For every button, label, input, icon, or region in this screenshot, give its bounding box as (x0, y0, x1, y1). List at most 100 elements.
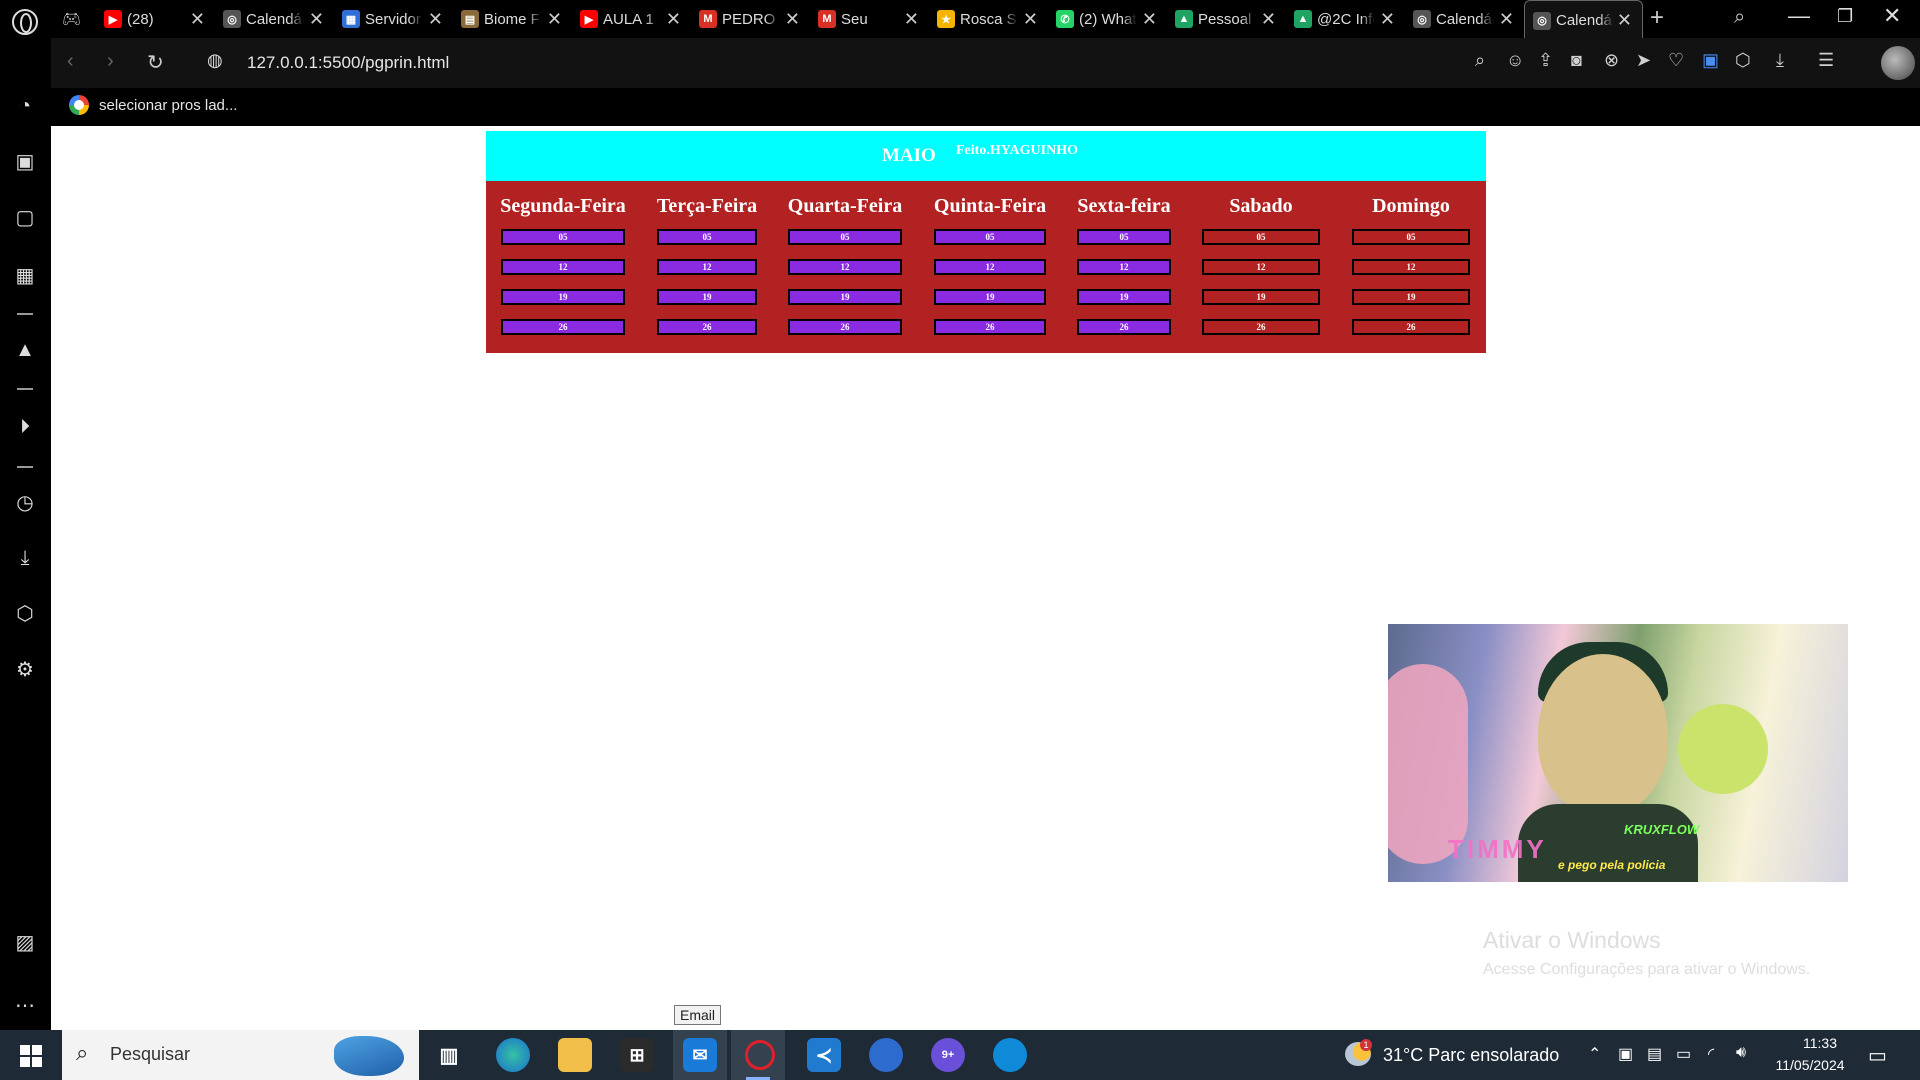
twitch-icon[interactable]: ▢ (13, 206, 37, 230)
browser-tab[interactable]: ◎Calendário✕ (1405, 0, 1524, 38)
display-icon[interactable]: ▤ (1647, 1044, 1662, 1064)
browser-tab[interactable]: ◎Calendário✕ (215, 0, 334, 38)
vscode-icon[interactable]: ≺ (807, 1038, 841, 1072)
picture-in-picture-video[interactable]: KRUXFLOW TIMMY e pego pela policia (1388, 624, 1848, 882)
browser-tab[interactable]: ▶ AULA 1 ✕ (572, 0, 691, 38)
date-cell[interactable]: 12 (1352, 259, 1470, 275)
extension-icon[interactable]: ▦ (13, 264, 37, 288)
restore-icon[interactable]: ❐ (1837, 6, 1853, 27)
close-tab-icon[interactable]: ✕ (1380, 9, 1395, 30)
close-tab-icon[interactable]: ✕ (785, 9, 800, 30)
minimize-icon[interactable]: — (1788, 3, 1810, 29)
windows-start-icon[interactable] (20, 1045, 42, 1067)
opera-menu-icon[interactable] (12, 9, 38, 35)
volume-icon[interactable]: 🔊︎ (1736, 1044, 1746, 1062)
avatar[interactable] (1881, 46, 1915, 80)
date-cell[interactable]: 12 (501, 259, 625, 275)
date-cell[interactable]: 19 (1077, 289, 1171, 305)
bookmark-item[interactable]: selecionar pros lad... (69, 95, 237, 115)
date-cell[interactable]: 26 (1352, 319, 1470, 335)
browser-tab[interactable]: ★ Rosca S ✕ (929, 0, 1048, 38)
date-cell[interactable]: 05 (1352, 229, 1470, 245)
browser-tab[interactable]: ▲ @2C Informática ✕ (1286, 0, 1405, 38)
store-icon[interactable]: ⊞ (620, 1038, 654, 1072)
file-explorer-icon[interactable] (558, 1038, 592, 1072)
date-cell[interactable]: 05 (1077, 229, 1171, 245)
adblock-icon[interactable]: ⊗ (1604, 50, 1619, 71)
player-icon[interactable]: ⏵ (13, 415, 37, 439)
chat-icon[interactable]: 9+ (931, 1038, 965, 1072)
edge-dev-icon[interactable] (993, 1038, 1027, 1072)
cube-icon[interactable]: ⬡ (13, 602, 37, 626)
opera-icon[interactable] (745, 1040, 775, 1070)
date-cell[interactable]: 12 (788, 259, 902, 275)
close-tab-icon[interactable]: ✕ (190, 9, 205, 30)
gallery-icon[interactable]: ▨ (13, 931, 37, 955)
app-icon[interactable] (869, 1038, 903, 1072)
date-cell[interactable]: 05 (788, 229, 902, 245)
url-field[interactable]: 127.0.0.1:5500/pgprin.html (247, 53, 449, 73)
browser-tab[interactable]: ✆ (2) WhatsApp ✕ (1048, 0, 1167, 38)
browser-tab[interactable]: ▶ (28) ✕ (96, 0, 215, 38)
close-tab-icon[interactable]: ✕ (1617, 10, 1632, 31)
close-tab-icon[interactable]: ✕ (1023, 9, 1038, 30)
date-cell[interactable]: 05 (501, 229, 625, 245)
date-cell[interactable]: 26 (501, 319, 625, 335)
date-cell[interactable]: 19 (934, 289, 1046, 305)
emoji-icon[interactable]: ☺ (1506, 50, 1524, 71)
new-tab-button[interactable]: + (1650, 4, 1664, 32)
close-tab-icon[interactable]: ✕ (547, 9, 562, 30)
search-page-icon[interactable]: ⌕ (1475, 50, 1485, 71)
close-tab-icon[interactable]: ✕ (666, 9, 681, 30)
more-icon[interactable]: ⋯ (13, 994, 37, 1018)
date-cell[interactable]: 26 (1202, 319, 1320, 335)
notification-icon[interactable]: ▭ (1868, 1043, 1887, 1068)
share-icon[interactable]: ⇪ (1538, 50, 1553, 71)
browser-tab[interactable]: ◎Calendário✕ (1524, 0, 1643, 40)
date-cell[interactable]: 05 (1202, 229, 1320, 245)
browser-tab[interactable]: ▲ Pessoal ✕ (1167, 0, 1286, 38)
date-cell[interactable]: 05 (934, 229, 1046, 245)
date-cell[interactable]: 12 (1202, 259, 1320, 275)
tab-search-icon[interactable]: ⌕ (1734, 6, 1745, 29)
clock-time[interactable]: 11:33 (1790, 1035, 1850, 1051)
easy-setup-icon[interactable]: ☰ (1818, 50, 1834, 71)
extensions-icon[interactable]: ⬡ (1735, 50, 1751, 71)
date-cell[interactable]: 12 (1077, 259, 1171, 275)
date-cell[interactable]: 19 (1202, 289, 1320, 305)
date-cell[interactable]: 26 (788, 319, 902, 335)
close-window-icon[interactable]: ✕ (1883, 3, 1901, 29)
speed-dial-icon[interactable]: ◔ (13, 94, 37, 118)
date-cell[interactable]: 19 (657, 289, 757, 305)
downloads-icon[interactable]: ⤓ (13, 546, 37, 570)
aria-icon[interactable]: ▲ (13, 338, 37, 362)
date-cell[interactable]: 26 (1077, 319, 1171, 335)
battery-icon[interactable]: ▭ (1676, 1044, 1691, 1064)
weather-text[interactable]: 31°C Parc ensolarado (1383, 1045, 1559, 1066)
meet-icon[interactable]: ▣ (1618, 1044, 1633, 1064)
heart-icon[interactable]: ♡ (1668, 50, 1684, 71)
browser-tab[interactable]: M Seu ✕ (810, 0, 929, 38)
back-icon[interactable]: ‹ (67, 50, 74, 73)
task-view-icon[interactable]: ▥ (432, 1038, 466, 1072)
wifi-icon[interactable]: ◜ (1708, 1044, 1714, 1064)
browser-tab[interactable]: ▦ Servidor ✕ (334, 0, 453, 38)
date-cell[interactable]: 19 (788, 289, 902, 305)
settings-icon[interactable]: ⚙ (13, 658, 37, 682)
date-cell[interactable]: 26 (657, 319, 757, 335)
browser-tab[interactable]: ▤ Biome Fire ✕ (453, 0, 572, 38)
mail-icon[interactable]: ✉ (683, 1038, 717, 1072)
close-tab-icon[interactable]: ✕ (904, 9, 919, 30)
site-info-icon[interactable]: ◍ (207, 50, 223, 71)
clock-date[interactable]: 11/05/2024 (1768, 1057, 1852, 1073)
download-icon[interactable]: ⤓ (1776, 50, 1784, 71)
taskbar-search[interactable]: ⌕ Pesquisar (62, 1030, 419, 1080)
send-icon[interactable]: ➤ (1636, 50, 1651, 71)
camera-icon[interactable]: ◙ (1571, 50, 1582, 71)
date-cell[interactable]: 12 (657, 259, 757, 275)
date-cell[interactable]: 12 (934, 259, 1046, 275)
translate-icon[interactable]: ▣ (1702, 50, 1719, 71)
close-tab-icon[interactable]: ✕ (1142, 9, 1157, 30)
date-cell[interactable]: 19 (501, 289, 625, 305)
close-tab-icon[interactable]: ✕ (309, 9, 324, 30)
